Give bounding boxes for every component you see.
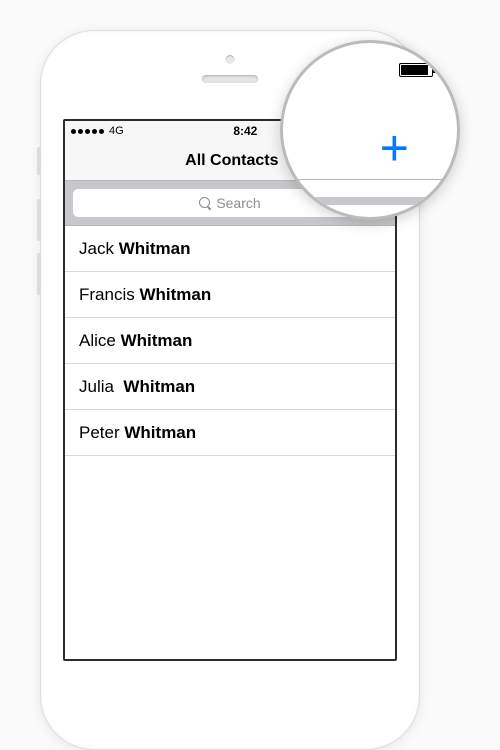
list-item[interactable]: Peter Whitman (65, 410, 395, 456)
magnified-searchbar-edge (283, 197, 457, 205)
list-item[interactable]: Alice Whitman (65, 318, 395, 364)
carrier-label: 4G (109, 125, 124, 137)
search-icon (199, 197, 212, 210)
list-item[interactable]: Francis Whitman (65, 272, 395, 318)
list-item[interactable]: Julia Whitman (65, 364, 395, 410)
magnified-navbar-border (283, 179, 457, 180)
contact-last-name: Whitman (139, 285, 211, 305)
contact-first-name: Peter (79, 423, 120, 443)
contact-last-name: Whitman (124, 423, 196, 443)
clock: 8:42 (233, 124, 257, 138)
mute-switch (37, 147, 41, 175)
signal-dots-icon (71, 129, 104, 134)
contact-last-name: Whitman (119, 239, 191, 259)
list-item[interactable]: Jack Whitman (65, 226, 395, 272)
search-placeholder: Search (216, 195, 260, 211)
front-camera (226, 55, 235, 64)
contact-first-name: Francis (79, 285, 135, 305)
magnified-add-button[interactable]: + (380, 123, 409, 173)
earpiece-speaker (202, 75, 258, 83)
contact-last-name: Whitman (123, 377, 195, 397)
magnifier-overlay: + (280, 40, 460, 220)
volume-up-button (37, 199, 41, 241)
contact-last-name: Whitman (121, 331, 193, 351)
contact-first-name: Julia (79, 377, 114, 397)
contacts-list: Jack Whitman Francis Whitman Alice Whitm… (65, 226, 395, 456)
volume-down-button (37, 253, 41, 295)
magnified-battery (399, 63, 433, 77)
status-left: 4G (71, 125, 124, 137)
contact-first-name: Alice (79, 331, 116, 351)
contact-first-name: Jack (79, 239, 114, 259)
